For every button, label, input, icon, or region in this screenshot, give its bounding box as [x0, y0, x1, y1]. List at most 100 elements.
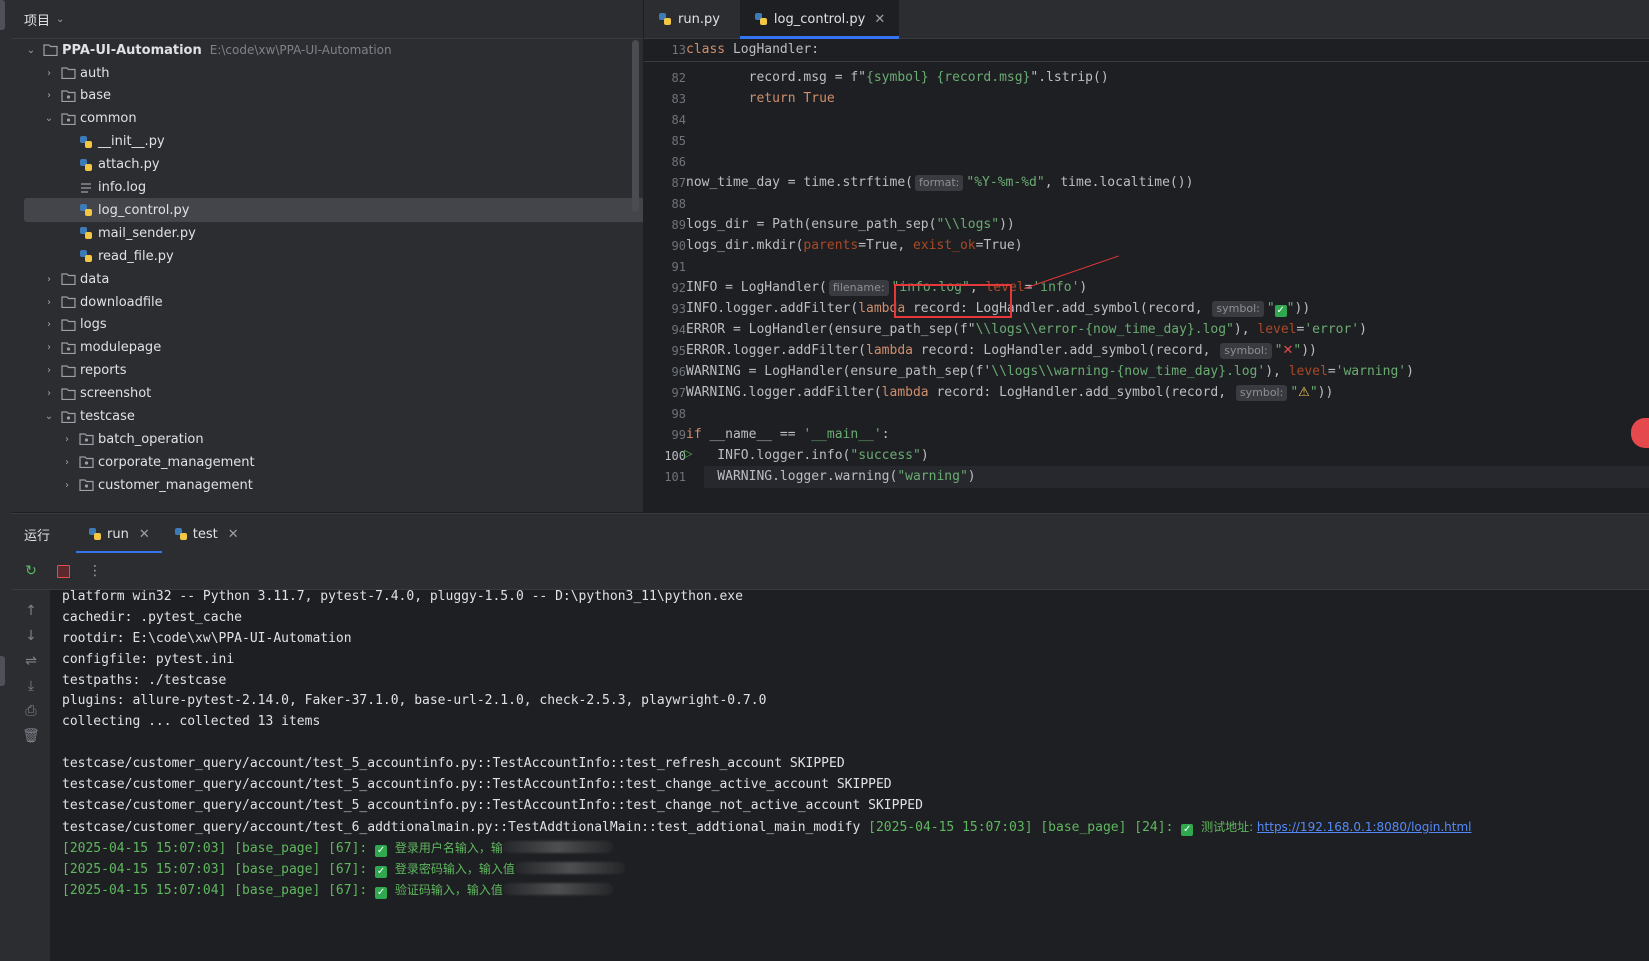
tree-item[interactable]: › customer_management	[11, 473, 643, 497]
tab-label: log_control.py	[773, 11, 866, 27]
tree-item[interactable]: read_file.py	[11, 244, 643, 268]
chevron-right-icon[interactable]: ›	[60, 480, 74, 491]
code-line[interactable]: now_time_day = time.strftime(format: "%Y-…	[686, 172, 1193, 194]
project-header[interactable]: 项目 ⌄	[11, 0, 643, 39]
tree-item[interactable]: › corporate_management	[11, 450, 643, 474]
chevron-right-icon[interactable]: ›	[42, 365, 56, 376]
line-number: 89	[671, 218, 686, 232]
tree-item[interactable]: __init__.py	[11, 130, 643, 154]
tree-item-label: common	[80, 111, 137, 127]
close-icon[interactable]: ✕	[228, 527, 239, 542]
run-tab-test[interactable]: test ✕	[162, 514, 251, 554]
param-hint: symbol:	[1212, 301, 1264, 317]
package-folder-icon	[60, 89, 76, 103]
close-icon[interactable]: ✕	[139, 527, 150, 542]
tree-item[interactable]: › modulepage	[11, 336, 643, 360]
tree-item[interactable]: › batch_operation	[11, 427, 643, 451]
chevron-down-icon[interactable]: ⌄	[42, 113, 56, 124]
tree-item-label: reports	[80, 363, 127, 379]
more-options-icon[interactable]: ⋮	[83, 559, 107, 583]
project-scrollbar[interactable]	[632, 40, 639, 212]
code-line[interactable]: if __name__ == '__main__':	[686, 424, 890, 446]
tree-item-label: info.log	[98, 180, 147, 195]
sticky-scroll-header[interactable]: 13 class LogHandler:	[644, 39, 1649, 62]
tree-item[interactable]: › reports	[11, 359, 643, 383]
chevron-right-icon[interactable]: ›	[60, 457, 74, 468]
arrow-up-icon[interactable]: ↑	[21, 602, 41, 620]
python-file-icon	[88, 527, 102, 541]
console-line: configfile: pytest.ini	[62, 651, 235, 667]
tree-item[interactable]: › downloadfile	[11, 290, 643, 314]
code-line[interactable]: WARNING.logger.warning("warning")	[686, 466, 975, 488]
tree-item[interactable]: › logs	[11, 313, 643, 337]
tree-item[interactable]: attach.py	[11, 153, 643, 177]
console-side-toolbar: ↑ ↓ ⇌ ⤓ ⎙ 🗑	[11, 590, 50, 961]
tree-item[interactable]: ⌄ testcase	[11, 405, 643, 429]
chevron-right-icon[interactable]: ›	[42, 297, 56, 308]
root-path: E:\code\xw\PPA-UI-Automation	[209, 43, 392, 57]
tree-item[interactable]: › base	[11, 84, 643, 108]
line-number: 95	[671, 344, 686, 358]
rerun-icon[interactable]: ↻	[19, 559, 43, 583]
python-file-icon	[78, 226, 94, 240]
test-url-link: https://192.168.0.1:8080/login.html	[1256, 819, 1472, 834]
trash-icon[interactable]: 🗑	[21, 727, 41, 745]
tree-root[interactable]: ⌄ PPA-UI-Automation E:\code\xw\PPA-UI-Au…	[11, 38, 643, 62]
line-number: 83	[671, 92, 686, 106]
code-line[interactable]: WARNING = LogHandler(ensure_path_sep(f'\…	[686, 361, 1414, 383]
tree-item[interactable]: › auth	[11, 61, 643, 85]
chevron-right-icon[interactable]: ›	[42, 388, 56, 399]
chevron-right-icon[interactable]: ›	[42, 90, 56, 101]
tree-item-label: log_control.py	[98, 202, 190, 218]
print-icon[interactable]: ⎙	[21, 702, 41, 720]
code-line[interactable]: WARNING.logger.addFilter(lambda record: …	[686, 382, 1333, 404]
python-file-icon	[78, 249, 94, 263]
run-gutter-icon[interactable]: ▷	[684, 447, 692, 460]
console-line: plugins: allure-pytest-2.14.0, Faker-37.…	[62, 693, 767, 709]
tree-item-label: read_file.py	[98, 248, 174, 264]
chevron-right-icon[interactable]: ›	[42, 319, 56, 330]
stop-icon[interactable]	[51, 559, 75, 583]
tab-run-py[interactable]: run.py	[644, 0, 734, 38]
run-tab-run[interactable]: run ✕	[76, 514, 162, 554]
param-hint: format:	[914, 175, 964, 191]
tree-item[interactable]: mail_sender.py	[11, 221, 643, 245]
check-mark-icon: ✓	[1181, 823, 1194, 836]
line-number: 88	[671, 197, 686, 211]
arrow-down-icon[interactable]: ↓	[21, 627, 41, 645]
code-line[interactable]: record.msg = f"{symbol} {record.msg}".ls…	[686, 67, 1109, 89]
check-mark-icon: ✓	[1274, 305, 1287, 317]
chevron-right-icon[interactable]: ›	[42, 68, 56, 79]
scroll-to-end-icon[interactable]: ⤓	[21, 677, 41, 695]
chevron-right-icon[interactable]: ›	[42, 274, 56, 285]
code-line[interactable]: return True	[686, 88, 835, 110]
tree-item[interactable]: ⌄ common	[11, 107, 643, 131]
tree-item[interactable]: info.log	[11, 176, 643, 200]
code-line[interactable]: INFO.logger.info("success")	[686, 445, 928, 467]
tree-item[interactable]: › screenshot	[11, 382, 643, 406]
line-number: 100	[664, 449, 686, 463]
code-line[interactable]: ERROR.logger.addFilter(lambda record: Lo…	[686, 340, 1317, 362]
line-number: 91	[671, 260, 686, 274]
chevron-right-icon[interactable]: ›	[60, 434, 74, 445]
project-tool-indicator[interactable]	[0, 0, 5, 30]
chevron-right-icon[interactable]: ›	[42, 342, 56, 353]
close-icon[interactable]: ✕	[874, 12, 885, 27]
line-number: 97	[671, 386, 686, 400]
chevron-down-icon[interactable]: ⌄	[56, 14, 64, 25]
tab-log-control-py[interactable]: log_control.py ✕	[739, 0, 900, 39]
chevron-down-icon[interactable]: ⌄	[24, 45, 38, 56]
tree-item[interactable]: log_control.py	[24, 198, 643, 223]
code-line[interactable]: ERROR = LogHandler(ensure_path_sep(f"\\l…	[686, 319, 1367, 341]
soft-wrap-icon[interactable]: ⇌	[21, 652, 41, 670]
console-output[interactable]: ============================ test sessio…	[50, 590, 1649, 961]
run-tool-indicator[interactable]	[0, 656, 5, 686]
folder-icon	[60, 318, 76, 332]
console-log-line: [2025-04-15 15:07:03] [base_page] [67]: …	[62, 858, 625, 880]
code-line[interactable]: logs_dir = Path(ensure_path_sep("\\logs"…	[686, 214, 1015, 236]
chevron-down-icon[interactable]: ⌄	[42, 411, 56, 422]
tree-item-label: corporate_management	[98, 454, 255, 470]
code-line[interactable]: logs_dir.mkdir(parents=True, exist_ok=Tr…	[686, 235, 1023, 257]
redacted-text	[502, 882, 613, 895]
tree-item[interactable]: › data	[11, 267, 643, 291]
